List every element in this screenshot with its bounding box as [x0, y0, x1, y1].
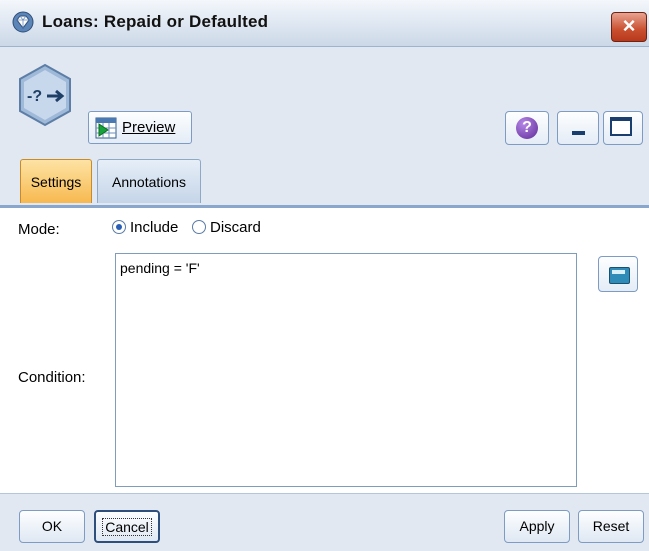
cancel-button[interactable]: Cancel	[94, 510, 160, 543]
diamond-node-icon	[12, 11, 34, 33]
mode-include-radio[interactable]: Include	[112, 219, 192, 239]
mode-discard-radio[interactable]: Discard	[192, 219, 282, 239]
minimize-button[interactable]	[557, 111, 599, 145]
toolbar: -? Preview ?	[0, 47, 649, 155]
title-bar[interactable]: Loans: Repaid or Defaulted ×	[0, 0, 649, 47]
condition-label: Condition:	[18, 369, 86, 386]
preview-button[interactable]: Preview	[88, 111, 192, 144]
select-node-icon: -?	[19, 63, 71, 127]
dialog-window: Loans: Repaid or Defaulted × -? Preview …	[0, 0, 649, 551]
radio-unchecked-icon	[192, 220, 206, 234]
mode-label: Mode:	[18, 221, 60, 238]
condition-textarea[interactable]: pending = 'F'	[115, 253, 577, 487]
tab-bar: Settings Annotations	[0, 155, 649, 208]
calculator-icon	[609, 267, 630, 284]
button-bar: OK Cancel Apply Reset	[0, 493, 649, 551]
reset-button[interactable]: Reset	[578, 510, 644, 543]
apply-button[interactable]: Apply	[504, 510, 570, 543]
close-button[interactable]: ×	[611, 12, 647, 42]
preview-table-icon	[95, 117, 117, 139]
condition-text: pending = 'F'	[120, 260, 200, 276]
help-button[interactable]: ?	[505, 111, 549, 145]
svg-text:-?: -?	[27, 88, 42, 105]
expression-builder-button[interactable]	[598, 256, 638, 292]
window-title: Loans: Repaid or Defaulted	[42, 12, 269, 31]
mode-include-label: Include	[130, 219, 179, 236]
ok-button[interactable]: OK	[19, 510, 85, 543]
maximize-icon	[610, 117, 632, 136]
mode-discard-label: Discard	[210, 219, 261, 236]
maximize-button[interactable]	[603, 111, 643, 145]
cancel-label: Cancel	[102, 518, 152, 536]
help-icon: ?	[516, 117, 538, 139]
radio-checked-icon	[112, 220, 126, 234]
minimize-icon	[572, 131, 585, 135]
tab-annotations[interactable]: Annotations	[97, 159, 201, 203]
preview-label: Preview	[122, 119, 176, 136]
settings-panel: Mode: Include Discard Condition: pending…	[0, 208, 649, 493]
tab-settings[interactable]: Settings	[20, 159, 92, 203]
